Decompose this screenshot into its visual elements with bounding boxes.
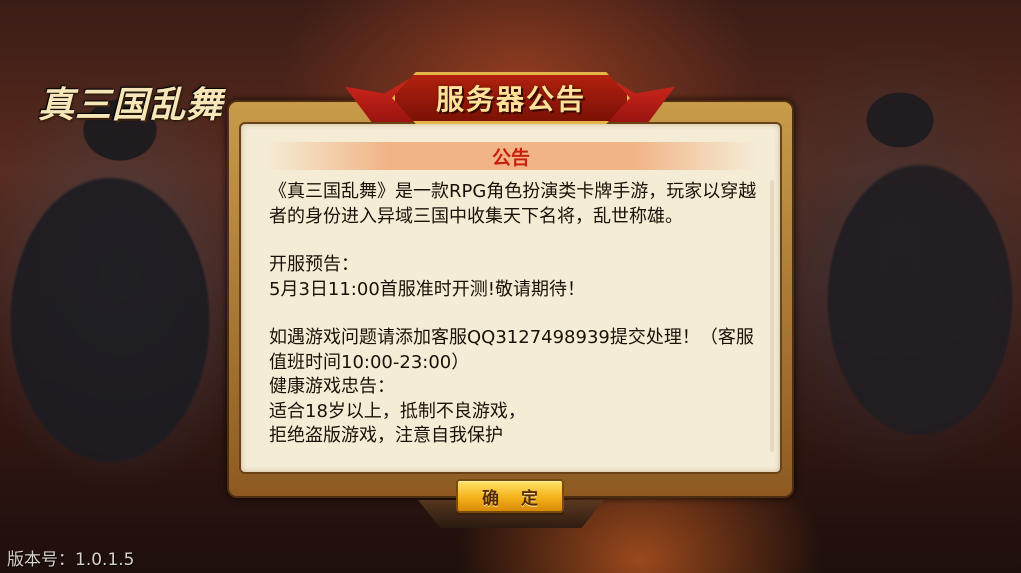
announcement-paragraph: 适合18岁以上，抵制不良游戏，	[269, 400, 526, 422]
announcement-paragraph: 如遇游戏问题请添加客服QQ3127498939提交处理！（客服值班时间10:00…	[269, 327, 754, 373]
game-scene: 真三国乱舞 公告 《真三国乱舞》是一款RPG角色扮演类卡牌手游，玩家以穿越者的身…	[0, 0, 1021, 573]
announcement-panel: 公告 《真三国乱舞》是一款RPG角色扮演类卡牌手游，玩家以穿越者的身份进入异域三…	[239, 122, 782, 474]
dialog-title: 服务器公告	[435, 83, 586, 116]
announcement-paragraph: 健康游戏忠告：	[269, 376, 395, 397]
content-scrollbar[interactable]	[770, 180, 774, 452]
announcement-paragraph: 《真三国乱舞》是一款RPG角色扮演类卡牌手游，玩家以穿越者的身份进入异域三国中收…	[269, 181, 757, 227]
confirm-button-label: 确 定	[482, 488, 546, 509]
announcement-paragraph: 拒绝盗版游戏，注意自我保护	[269, 425, 503, 446]
version-label: 版本号：1.0.1.5	[7, 550, 135, 570]
announcement-content[interactable]: 《真三国乱舞》是一款RPG角色扮演类卡牌手游，玩家以穿越者的身份进入异域三国中收…	[269, 180, 769, 452]
section-header: 公告	[266, 142, 756, 170]
background-warrior-right	[780, 40, 1021, 510]
section-title: 公告	[491, 146, 530, 169]
announcement-paragraph: 5月3日11:00首服准时开测!敬请期待！	[269, 278, 585, 300]
confirm-button[interactable]: 确 定	[456, 479, 564, 513]
game-logo: 真三国乱舞	[38, 85, 224, 126]
announcement-paragraph: 开服预告：	[269, 254, 359, 275]
title-plaque: 服务器公告	[392, 72, 630, 124]
announcement-dialog: 公告 《真三国乱舞》是一款RPG角色扮演类卡牌手游，玩家以穿越者的身份进入异域三…	[227, 100, 794, 498]
